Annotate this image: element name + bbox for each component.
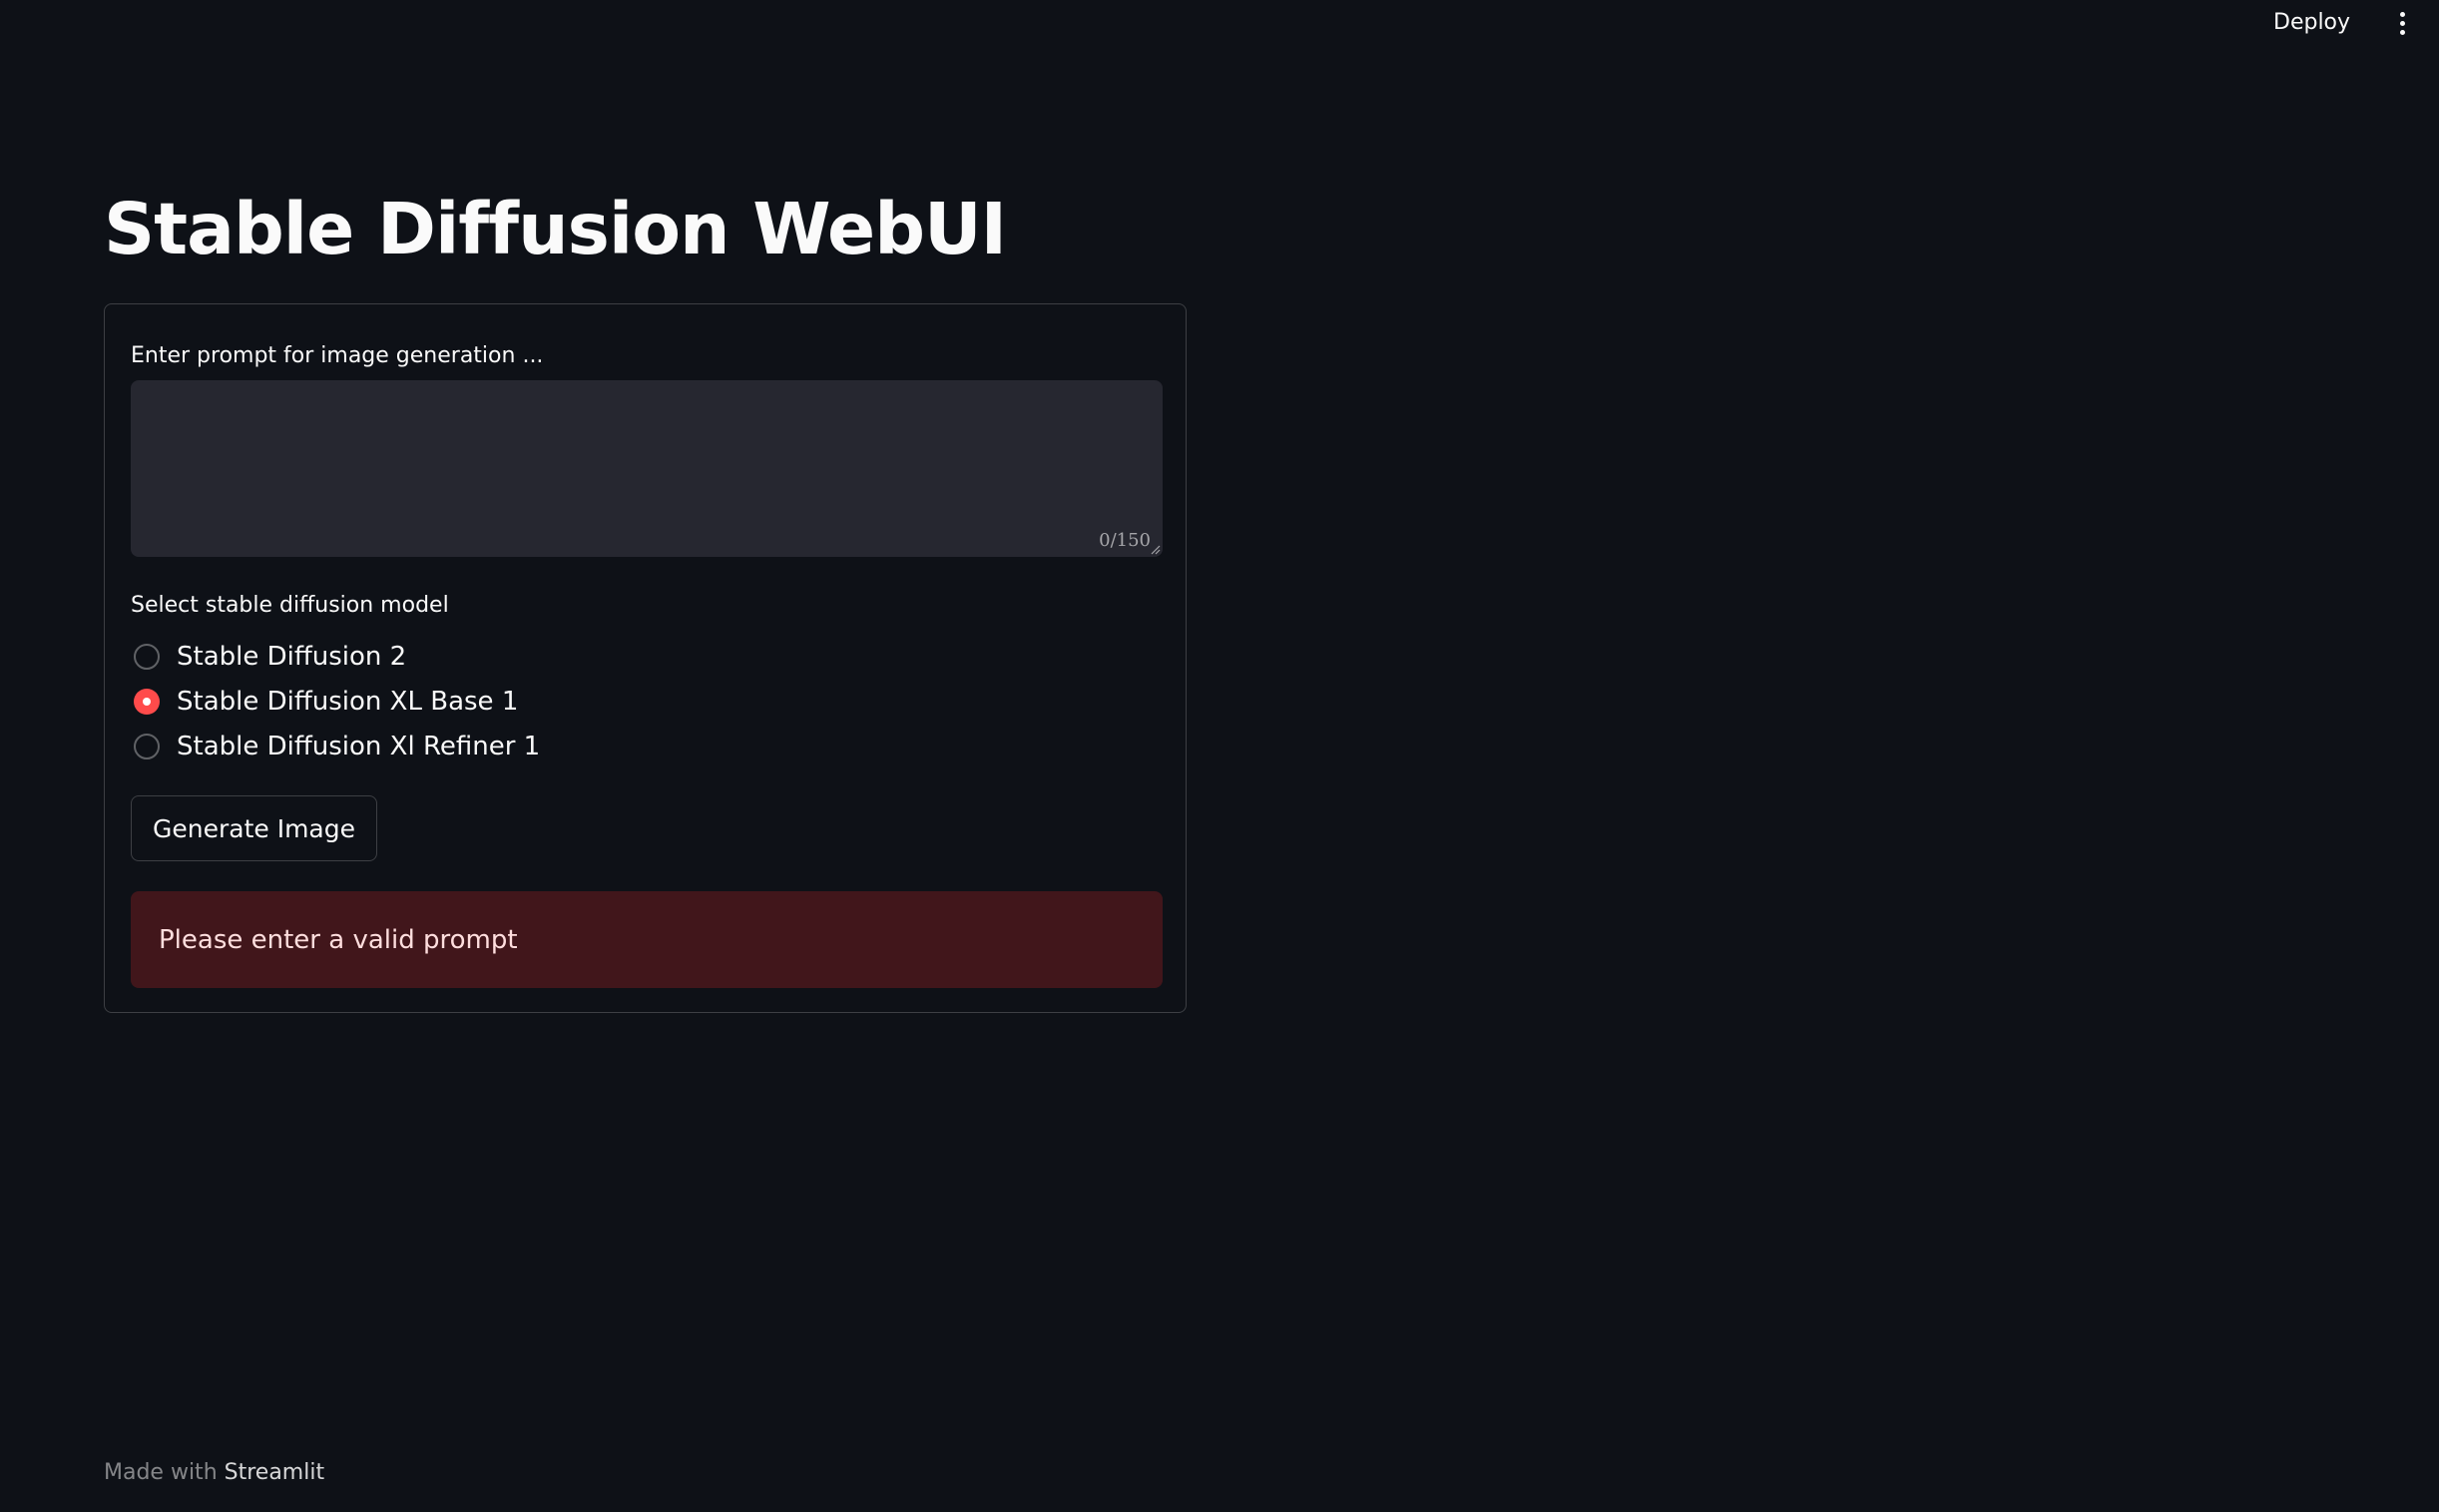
generate-image-button[interactable]: Generate Image <box>131 795 378 861</box>
generation-form: Enter prompt for image generation ... 0/… <box>104 303 1187 1013</box>
prompt-label: Enter prompt for image generation ... <box>131 343 544 368</box>
main-menu-button[interactable] <box>2387 8 2417 38</box>
radio-option-sd2[interactable]: Stable Diffusion 2 <box>131 634 540 679</box>
model-label: Select stable diffusion model <box>131 593 449 618</box>
footer: Made with Streamlit <box>104 1460 324 1485</box>
app-root: Deploy Stable Diffusion WebUI Enter prom… <box>0 0 2439 1512</box>
model-radio-group: Stable Diffusion 2 Stable Diffusion XL B… <box>131 634 540 768</box>
radio-label: Stable Diffusion 2 <box>177 641 407 672</box>
radio-circle[interactable] <box>134 733 160 759</box>
vertical-ellipsis-icon <box>2399 11 2405 17</box>
error-alert: Please enter a valid prompt <box>131 891 1163 988</box>
prompt-textarea[interactable]: 0/150 <box>131 380 1163 557</box>
char-counter: 0/150 <box>1099 530 1151 551</box>
header: Deploy <box>0 0 2439 46</box>
radio-label: Stable Diffusion XL Base 1 <box>177 686 519 717</box>
radio-circle[interactable] <box>134 643 160 670</box>
radio-option-sdxl-base[interactable]: Stable Diffusion XL Base 1 <box>131 679 540 724</box>
radio-circle[interactable] <box>134 688 160 715</box>
footer-prefix: Made with <box>104 1460 225 1485</box>
streamlit-link[interactable]: Streamlit <box>225 1460 324 1485</box>
page-title: Stable Diffusion WebUI <box>104 188 1007 270</box>
vertical-ellipsis-icon <box>2399 29 2405 35</box>
resize-handle-icon[interactable] <box>1149 543 1161 555</box>
radio-label: Stable Diffusion Xl Refiner 1 <box>177 731 541 761</box>
error-message: Please enter a valid prompt <box>159 924 518 955</box>
deploy-button[interactable]: Deploy <box>2263 8 2360 38</box>
vertical-ellipsis-icon <box>2399 20 2405 26</box>
radio-option-sdxl-refiner[interactable]: Stable Diffusion Xl Refiner 1 <box>131 724 540 768</box>
